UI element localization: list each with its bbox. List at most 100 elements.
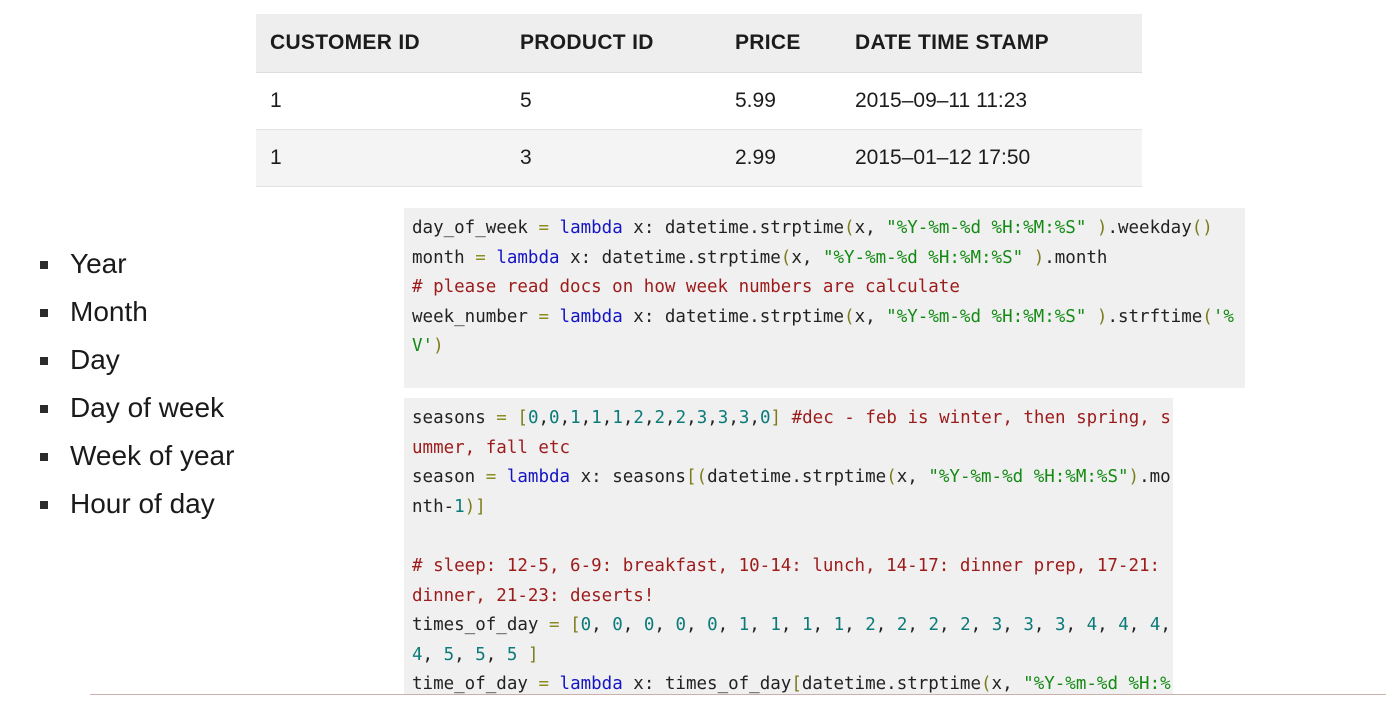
code-block-date-parts: day_of_week = lambda x: datetime.strptim… — [404, 208, 1245, 388]
code-token: , — [643, 408, 655, 428]
code-token: , — [686, 615, 708, 636]
code-token: 0 — [675, 615, 687, 636]
code-token: 2 — [960, 615, 971, 636]
code-token: , — [1128, 615, 1150, 636]
code-token: = — [538, 306, 549, 327]
code-token: season — [412, 467, 486, 488]
code-token: x, — [854, 306, 887, 327]
code-line: # please read docs on how week numbers a… — [412, 277, 960, 297]
code-token: , — [1002, 615, 1024, 636]
code-token: , — [1097, 615, 1119, 636]
code-token: 1 — [454, 496, 465, 517]
code-token: , — [970, 615, 992, 636]
feature-list: Year Month Day Day of week Week of year … — [28, 240, 368, 528]
table-row: 1 3 2.99 2015–01–12 17:50 — [256, 129, 1142, 187]
code-token: , — [580, 408, 592, 428]
code-token: x, — [791, 247, 823, 268]
code-token: 3 — [991, 615, 1003, 636]
code-token: datetime.strptime — [801, 674, 981, 694]
list-item: Hour of day — [28, 480, 368, 528]
cell-product-id: 5 — [520, 72, 735, 130]
code-token: ( — [844, 306, 855, 327]
code-token: 0 — [612, 615, 623, 636]
code-token: 1 — [612, 408, 623, 428]
code-token: 3 — [1023, 615, 1034, 636]
code-token: 4 — [1149, 615, 1161, 636]
code-token: = — [538, 674, 549, 694]
code-token: x: datetime.strptime — [622, 306, 845, 327]
code-token: [( — [685, 467, 708, 488]
code-token: ( — [886, 467, 897, 488]
code-token: 0 — [643, 615, 655, 636]
code-token: , — [907, 615, 929, 636]
code-token: , — [559, 408, 571, 428]
code-token: 5 — [506, 644, 518, 665]
code-token: x, — [991, 674, 1024, 694]
code-token: 2 — [928, 615, 940, 636]
code-line: time_of_day = lambda x: times_of_day[dat… — [412, 674, 1171, 694]
code-token: month — [412, 247, 476, 268]
code-token: , — [844, 615, 866, 636]
list-item: Week of year — [28, 432, 368, 480]
code-token: 1 — [833, 615, 845, 636]
table-body: 1 5 5.99 2015–09–11 11:23 1 3 2.99 2015–… — [256, 72, 1142, 187]
code-token: 1 — [570, 408, 581, 428]
code-token: x: times_of_day — [622, 674, 792, 694]
cell-date-time-stamp: 2015–09–11 11:23 — [855, 72, 1142, 130]
code-token: lambda — [559, 674, 623, 694]
code-token: ] — [770, 408, 782, 428]
code-token: , — [1065, 615, 1087, 636]
code-token: , — [591, 615, 613, 636]
code-token: , — [749, 615, 771, 636]
code-token: ] — [527, 644, 539, 665]
code-token: x, — [896, 467, 929, 488]
code-token: = — [496, 408, 507, 428]
code-token: seasons — [412, 408, 497, 428]
code-line: # sleep: 12-5, 6-9: breakfast, 10-14: lu… — [412, 556, 1171, 606]
code-line: seasons = [0,0,1,1,1,2,2,2,3,3,3,0] #dec… — [412, 408, 1171, 458]
code-token: , — [665, 408, 676, 428]
list-item-label: Hour of day — [70, 488, 215, 519]
code-token: 5 — [443, 644, 455, 665]
code-token: = — [475, 247, 486, 268]
code-token: 3 — [1054, 615, 1066, 636]
square-bullet-icon — [40, 405, 48, 413]
code-token: [ — [570, 615, 581, 636]
code-token: 0 — [580, 615, 592, 636]
code-token: , — [454, 644, 476, 665]
list-item-label: Year — [70, 248, 127, 279]
table: CUSTOMER ID PRODUCT ID PRICE DATE TIME S… — [256, 14, 1142, 187]
code-token: .month — [1044, 247, 1108, 268]
code-token: day_of_week — [412, 218, 539, 238]
code-token: .strftime — [1107, 306, 1203, 327]
code-token: 2 — [633, 408, 644, 428]
column-header-price: PRICE — [735, 14, 855, 73]
code-token: = — [485, 467, 497, 488]
cell-customer-id: 1 — [256, 129, 520, 187]
square-bullet-icon — [40, 501, 48, 509]
code-token: 5 — [475, 644, 486, 665]
transactions-table: CUSTOMER ID PRODUCT ID PRICE DATE TIME S… — [256, 14, 1142, 187]
code-line: times_of_day = [0, 0, 0, 0, 0, 1, 1, 1, … — [412, 615, 1173, 665]
code-token: lambda — [559, 218, 623, 238]
code-token: 2 — [675, 408, 687, 428]
code-token: 3 — [738, 408, 750, 428]
code-token: ) — [1128, 467, 1140, 488]
list-item: Year — [28, 240, 368, 288]
column-header-product-id: PRODUCT ID — [520, 14, 735, 73]
code-token: , — [622, 408, 634, 428]
code-token: 1 — [738, 615, 750, 636]
code-token: , — [654, 615, 676, 636]
code-token: , — [686, 408, 697, 428]
code-token: ( — [780, 247, 792, 268]
code-line: season = lambda x: seasons[(datetime.str… — [412, 467, 1171, 517]
cell-customer-id: 1 — [256, 72, 520, 130]
square-bullet-icon — [40, 261, 48, 269]
